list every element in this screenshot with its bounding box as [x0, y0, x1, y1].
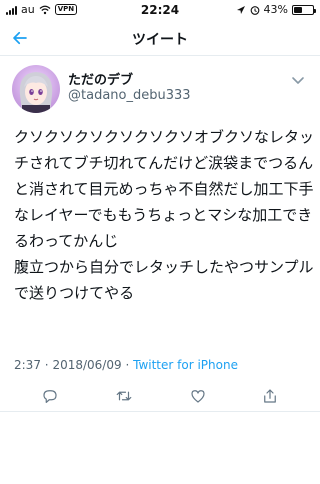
chevron-down-icon — [292, 77, 304, 84]
meta-separator-2: · — [125, 358, 130, 372]
reply-icon — [43, 390, 57, 403]
alarm-icon — [250, 5, 259, 15]
tweet-source-link[interactable]: Twitter for iPhone — [133, 358, 238, 372]
retweet-icon — [116, 391, 132, 401]
battery-fill — [294, 6, 302, 13]
tweet-text: クソクソクソクソクソクソオブクソなレタッチされてブチ切れてんだけど涙袋までつるん… — [14, 128, 315, 302]
retweet-button[interactable] — [112, 384, 136, 408]
status-bar: au VPN 22:24 43% — [0, 0, 320, 20]
status-bar-right: 43% — [236, 3, 316, 16]
location-icon — [236, 5, 245, 14]
reply-button[interactable] — [38, 384, 62, 408]
battery-icon — [292, 4, 316, 15]
tweet: ただのデブ @tadano_debu333 クソクソクソクソクソクソオブクソなレ… — [0, 56, 320, 412]
header: ツイート — [0, 20, 320, 56]
tweet-meta: 2:37 · 2018/06/09 · Twitter for iPhone — [14, 358, 238, 372]
page-title: ツイート — [132, 32, 188, 48]
tweet-actions — [0, 384, 320, 414]
author-name[interactable]: ただのデブ — [68, 69, 133, 88]
author-handle[interactable]: @tadano_debu333 — [68, 88, 191, 103]
share-button[interactable] — [258, 384, 282, 408]
avatar[interactable] — [12, 65, 60, 113]
share-icon — [264, 389, 276, 403]
avatar-image — [12, 65, 60, 113]
meta-separator: · — [44, 358, 49, 372]
more-options-button[interactable] — [290, 72, 306, 88]
heart-icon — [191, 390, 205, 403]
tweet-date: 2018/06/09 — [52, 358, 122, 372]
battery-percent: 43% — [263, 3, 288, 16]
tweet-time: 2:37 — [14, 358, 41, 372]
like-button[interactable] — [186, 384, 210, 408]
